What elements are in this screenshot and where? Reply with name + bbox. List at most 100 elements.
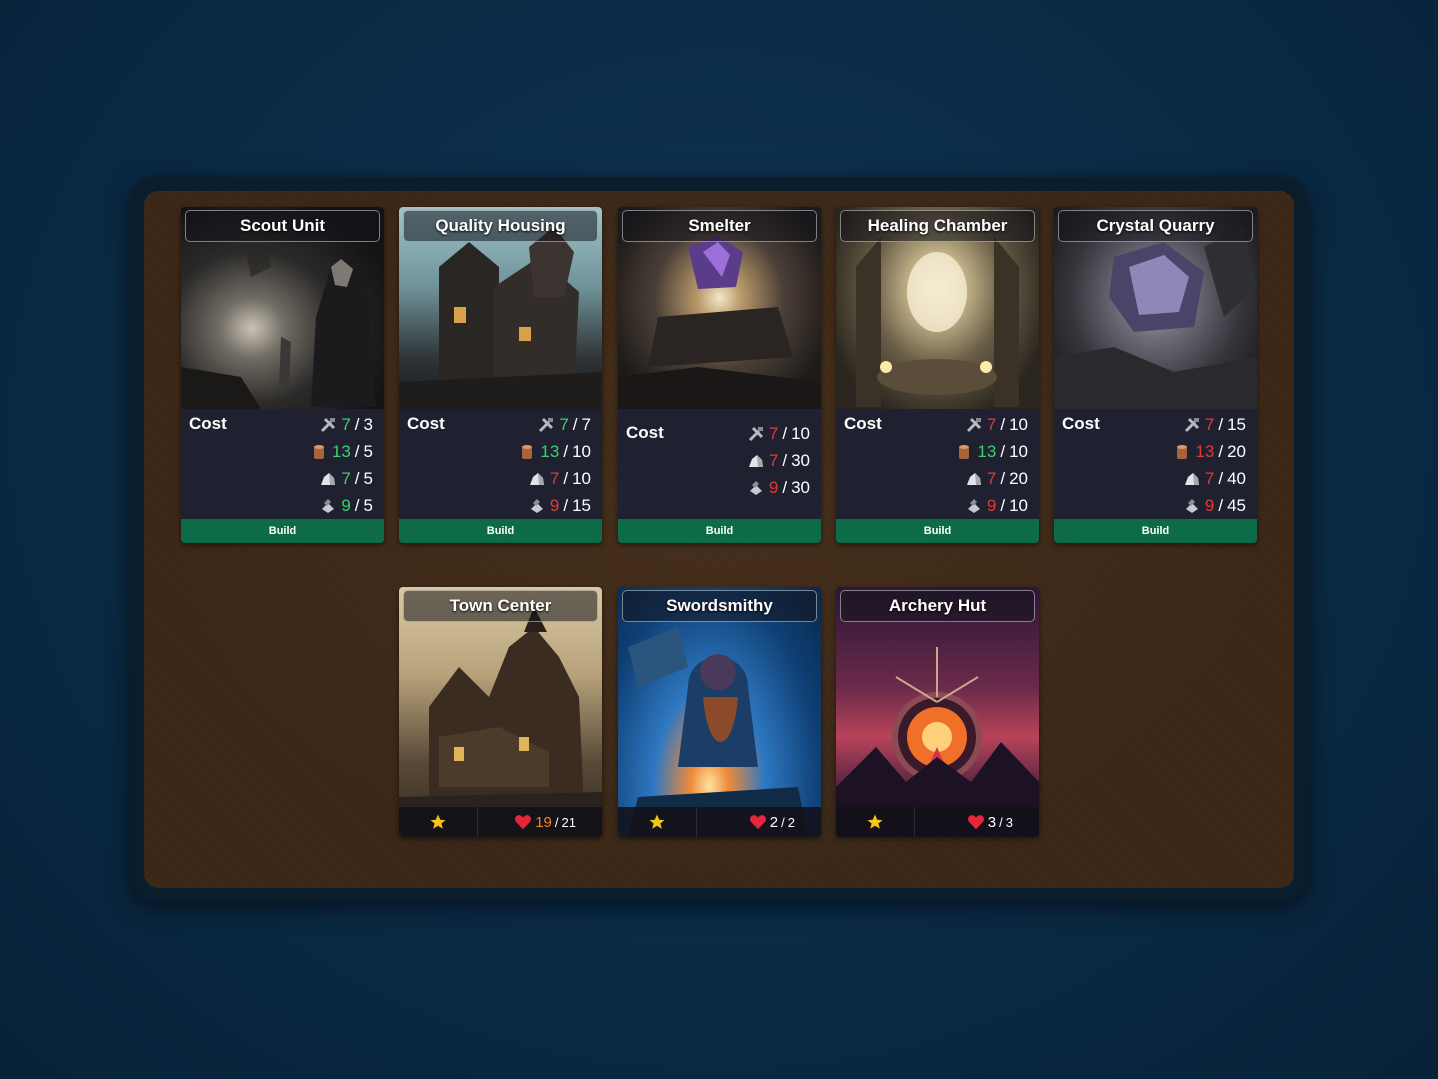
cost-row-tools: 7 / 15	[1183, 414, 1246, 436]
tools-icon	[966, 417, 981, 433]
cost-separator: /	[563, 469, 569, 488]
building-card-crystal-quarry[interactable]: Crystal Quarry Cost 7 / 15 13 / 20 7 / 4…	[1054, 207, 1257, 543]
tools-icon	[748, 426, 763, 442]
cost-separator: /	[354, 415, 360, 434]
swordsmithy-art-shapes	[628, 627, 808, 837]
cost-separator: /	[563, 442, 569, 461]
cost-need: 20	[1009, 469, 1028, 488]
cost-need: 30	[791, 451, 810, 470]
cost-area: Cost 7 / 10 7 / 30 9 / 30	[618, 409, 821, 519]
cost-row-metal: 9 / 5	[319, 495, 373, 517]
cost-label: Cost	[407, 414, 445, 433]
cost-need: 5	[363, 442, 373, 461]
cost-have: 9	[549, 496, 560, 515]
cost-have: 7	[341, 415, 351, 434]
cost-need: 40	[1227, 469, 1246, 488]
cost-have: 13	[1195, 442, 1215, 461]
cost-need: 10	[791, 424, 810, 443]
unit-card-town-center[interactable]: Town Center 19/21	[399, 587, 602, 837]
cost-separator: /	[1000, 442, 1006, 461]
cost-have: 9	[768, 478, 779, 497]
cost-have: 7	[768, 424, 779, 443]
heart-icon	[749, 815, 766, 830]
cost-row-wood: 13 / 20	[1173, 441, 1246, 463]
cost-separator: /	[1000, 469, 1006, 488]
hp-separator: /	[781, 814, 785, 830]
metal-icon	[1185, 499, 1198, 513]
hp-current: 19	[535, 813, 552, 831]
cost-row-wood: 13 / 5	[310, 441, 373, 463]
cost-separator: /	[1000, 415, 1006, 434]
building-card-smelter[interactable]: Smelter Cost 7 / 10 7 / 30 9 / 30 Build	[618, 207, 821, 543]
star-icon	[867, 814, 883, 829]
cost-separator: /	[782, 451, 788, 470]
building-card-quality-housing[interactable]: Quality Housing Cost 7 / 7 13 / 10 7 / 1…	[399, 207, 602, 543]
card-title: Healing Chamber	[840, 210, 1035, 242]
cost-have: 13	[540, 442, 560, 461]
cost-need: 30	[791, 478, 810, 497]
cost-need: 10	[1009, 442, 1028, 461]
cost-need: 10	[572, 442, 591, 461]
hp-current: 2	[769, 813, 779, 831]
stone-icon	[321, 473, 336, 485]
build-button[interactable]: Build	[181, 519, 384, 543]
cost-area: Cost 7 / 15 13 / 20 7 / 40 9 / 45	[1054, 409, 1257, 519]
cost-need: 3	[363, 415, 373, 434]
cost-have: 13	[977, 442, 997, 461]
cost-row-stone: 7 / 10	[528, 468, 591, 490]
hp-separator: /	[554, 814, 559, 830]
metal-icon	[749, 481, 762, 495]
stone-icon	[1184, 473, 1199, 485]
wood-icon	[522, 445, 533, 459]
building-card-healing-chamber[interactable]: Healing Chamber Cost 7 / 10 13 / 10 7 / …	[836, 207, 1039, 543]
cost-row-metal: 9 / 30	[747, 477, 810, 499]
cost-separator: /	[1218, 469, 1224, 488]
card-art-quality-housing: Quality Housing	[399, 207, 602, 409]
build-button[interactable]: Build	[1054, 519, 1257, 543]
card-title: Swordsmithy	[622, 590, 817, 622]
build-button[interactable]: Build	[618, 519, 821, 543]
cost-area: Cost 7 / 7 13 / 10 7 / 10 9 / 15	[399, 409, 602, 519]
cost-have: 7	[549, 469, 560, 488]
tools-icon	[321, 417, 336, 433]
hp-max: 2	[787, 814, 795, 830]
cost-row-stone: 7 / 30	[747, 450, 810, 472]
cost-separator: /	[354, 442, 360, 461]
card-art-healing-chamber: Healing Chamber	[836, 207, 1039, 409]
card-art-swordsmithy: Swordsmithy 2/2	[618, 587, 821, 837]
unit-card-swordsmithy[interactable]: Swordsmithy 2/2	[618, 587, 821, 837]
wood-icon	[959, 445, 970, 459]
cost-need: 10	[1009, 496, 1028, 515]
star-icon	[430, 814, 446, 829]
card-art-archery-hut: Archery Hut 3/3	[836, 587, 1039, 837]
tools-icon	[539, 417, 554, 433]
cost-row-wood: 13 / 10	[518, 441, 591, 463]
star-icon	[649, 814, 665, 829]
level-star	[836, 807, 915, 837]
unit-card-archery-hut[interactable]: Archery Hut 3/3	[836, 587, 1039, 837]
build-button[interactable]: Build	[399, 519, 602, 543]
cost-row-wood: 13 / 10	[955, 441, 1028, 463]
level-star	[618, 807, 697, 837]
build-button[interactable]: Build	[836, 519, 1039, 543]
hp-max: 3	[1005, 814, 1013, 830]
building-card-scout-unit[interactable]: Scout Unit Cost 7 / 3 13 / 5 7 / 5 9 / 5…	[181, 207, 384, 543]
cost-need: 15	[572, 496, 591, 515]
cost-row-tools: 7 / 10	[747, 423, 810, 445]
tools-icon	[1184, 417, 1199, 433]
unit-footer: 2/2	[618, 807, 821, 837]
cost-have: 7	[559, 415, 569, 434]
cost-have: 13	[331, 442, 351, 461]
cost-label: Cost	[1062, 414, 1100, 433]
card-title: Smelter	[622, 210, 817, 242]
card-title: Scout Unit	[185, 210, 380, 242]
hp-separator: /	[999, 814, 1003, 830]
cost-have: 9	[341, 496, 351, 515]
cost-separator: /	[572, 415, 578, 434]
unit-footer: 3/3	[836, 807, 1039, 837]
cost-row-tools: 7 / 7	[537, 414, 591, 436]
board-frame: Scout Unit Cost 7 / 3 13 / 5 7 / 5 9 / 5…	[130, 177, 1308, 901]
cost-area: Cost 7 / 10 13 / 10 7 / 20 9 / 10	[836, 409, 1039, 519]
cost-need: 5	[363, 496, 373, 515]
card-title: Crystal Quarry	[1058, 210, 1253, 242]
